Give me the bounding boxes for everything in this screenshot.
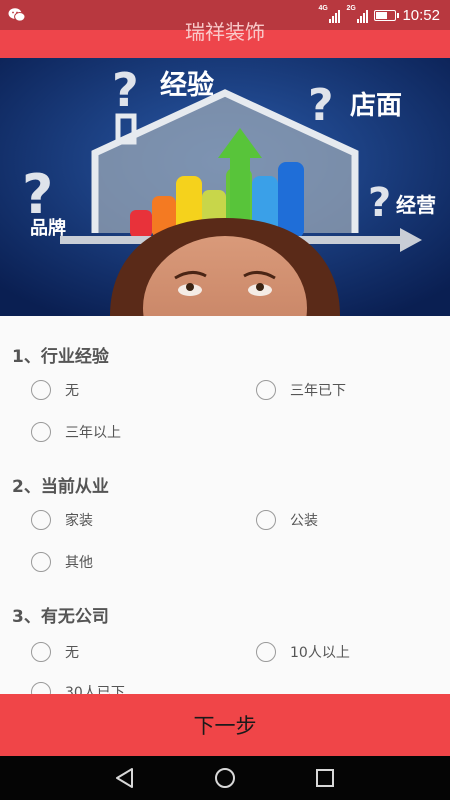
- question-title: 2、当前从业: [12, 477, 109, 497]
- option-label: 三年已下: [290, 383, 346, 399]
- question-mark-icon: ?: [308, 80, 334, 131]
- banner-image: ? ? ? ? 经验 店面 品牌 经营: [0, 58, 450, 316]
- option-radio[interactable]: 家装: [31, 510, 93, 530]
- option-radio[interactable]: 公装: [256, 510, 318, 530]
- recents-icon[interactable]: [311, 764, 339, 792]
- option-radio[interactable]: 30人已下: [31, 682, 125, 694]
- option-label: 三年以上: [65, 425, 121, 441]
- radio-button[interactable]: [256, 642, 276, 662]
- banner-label: 经验: [160, 69, 214, 101]
- question-mark-icon: ?: [22, 163, 53, 226]
- next-step-button[interactable]: 下一步: [0, 694, 450, 756]
- option-label: 10人以上: [290, 645, 350, 661]
- radio-button[interactable]: [256, 510, 276, 530]
- option-label: 无: [65, 645, 79, 661]
- option-radio[interactable]: 无: [31, 380, 79, 400]
- radio-button[interactable]: [31, 552, 51, 572]
- option-label: 无: [65, 383, 79, 399]
- option-label: 公装: [290, 513, 318, 529]
- banner-label: 店面: [350, 91, 402, 121]
- questionnaire: 1、行业经验 无 三年已下 三年以上 2、当前从业 家装 公装 其他 3、有无公…: [0, 316, 450, 694]
- question-mark-icon: ?: [112, 63, 139, 117]
- question-title: 1、行业经验: [12, 347, 109, 367]
- radio-button[interactable]: [31, 422, 51, 442]
- navigation-bar: [0, 756, 450, 800]
- option-radio[interactable]: 10人以上: [256, 642, 350, 662]
- home-icon[interactable]: [211, 764, 239, 792]
- question-mark-icon: ?: [368, 180, 391, 226]
- option-radio[interactable]: 三年以上: [31, 422, 121, 442]
- option-radio[interactable]: 其他: [31, 552, 93, 572]
- app-bar: 瑞祥装饰: [0, 20, 450, 58]
- radio-button[interactable]: [31, 380, 51, 400]
- option-label: 30人已下: [65, 685, 125, 694]
- radio-button[interactable]: [31, 682, 51, 694]
- option-label: 其他: [65, 555, 93, 571]
- banner-label: 品牌: [30, 217, 66, 239]
- radio-button[interactable]: [31, 510, 51, 530]
- app-title: 瑞祥装饰: [185, 20, 265, 44]
- option-label: 家装: [65, 513, 93, 529]
- question-title: 3、有无公司: [12, 607, 109, 627]
- banner-label: 经营: [396, 193, 436, 217]
- radio-button[interactable]: [256, 380, 276, 400]
- radio-button[interactable]: [31, 642, 51, 662]
- option-radio[interactable]: 无: [31, 642, 79, 662]
- option-radio[interactable]: 三年已下: [256, 380, 346, 400]
- back-icon[interactable]: [111, 764, 139, 792]
